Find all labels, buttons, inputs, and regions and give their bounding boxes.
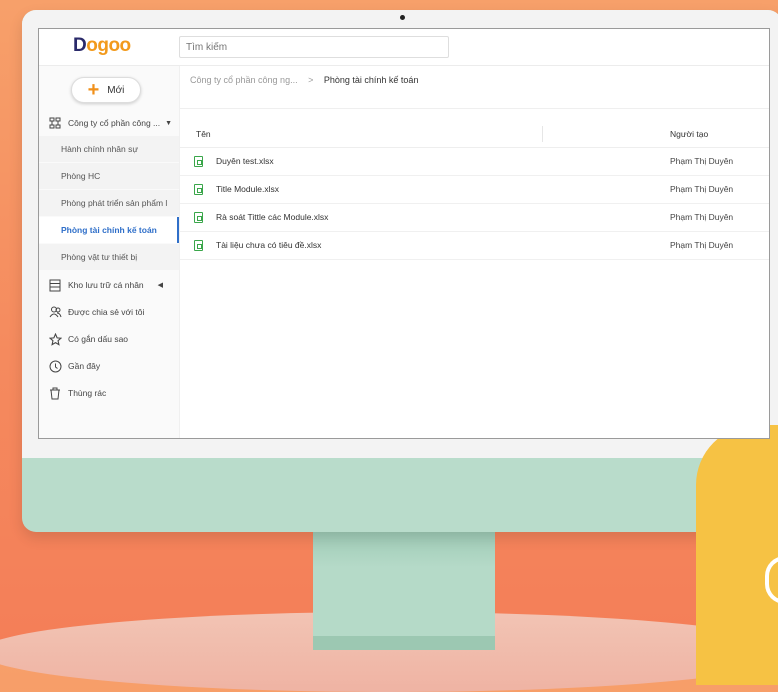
- monitor-stand-base: [313, 636, 495, 650]
- new-button-label: Mới: [107, 84, 125, 96]
- logo-text: ogoo: [86, 35, 131, 56]
- file-owner: Phạm Thị Duyên: [670, 240, 734, 250]
- breadcrumb-current: Phòng tài chính kế toán: [323, 75, 419, 85]
- sidebar-item-trash[interactable]: Thùng rác: [39, 380, 179, 406]
- star-icon: [48, 332, 62, 346]
- file-owner: Phạm Thị Duyên: [670, 184, 734, 194]
- trash-icon: [48, 386, 62, 400]
- storage-icon: [48, 278, 62, 292]
- logo-letter-d: D: [73, 35, 87, 56]
- breadcrumb: Công ty cổ phần công ng... > Phòng tài c…: [190, 75, 418, 85]
- sidebar-dept-phat-trien[interactable]: Phòng phát triển sản phẩm l: [39, 190, 179, 216]
- header-divider: [180, 108, 769, 109]
- sidebar-item-label: Có gắn dấu sao: [68, 334, 129, 344]
- decorative-yellow-shape: [696, 425, 778, 685]
- sidebar-item-starred[interactable]: Có gắn dấu sao: [39, 326, 179, 352]
- sidebar-dept-hanh-chinh[interactable]: Hành chính nhân sự: [39, 136, 179, 162]
- sidebar-item-personal-storage[interactable]: Kho lưu trữ cá nhân ◀: [39, 272, 179, 298]
- sidebar-item-shared[interactable]: Được chia sẻ với tôi: [39, 299, 179, 325]
- sidebar-dept-phong-hc[interactable]: Phòng HC: [39, 163, 179, 189]
- dept-label: Hành chính nhân sự: [61, 144, 139, 154]
- sidebar-item-recent[interactable]: Gần đây: [39, 353, 179, 379]
- dept-label: Phòng phát triển sản phẩm l: [61, 198, 168, 208]
- plus-icon: +: [87, 79, 100, 101]
- caret-down-icon[interactable]: ▼: [165, 120, 172, 127]
- shared-users-icon: [48, 305, 62, 319]
- spreadsheet-file-icon: [194, 212, 203, 223]
- org-chart-icon: [48, 116, 62, 130]
- monitor-stand: [313, 532, 495, 650]
- sidebar-item-company-label: Công ty cổ phần công ...: [68, 118, 161, 128]
- clock-icon: [48, 359, 62, 373]
- file-owner: Phạm Thị Duyên: [670, 156, 734, 166]
- breadcrumb-parent[interactable]: Công ty cổ phần công ng...: [190, 75, 298, 85]
- new-button[interactable]: + Mới: [71, 77, 141, 103]
- column-header-owner[interactable]: Người tạo: [670, 129, 708, 139]
- table-row[interactable]: Title Module.xlsx Phạm Thị Duyên: [180, 176, 769, 204]
- file-name: Rà soát Tittle các Module.xlsx: [216, 212, 329, 222]
- dept-label: Phòng tài chính kế toán: [61, 225, 157, 235]
- app-screen: Dogoo + Mới Công ty cổ phần công ... ▼ H…: [38, 28, 770, 439]
- search-input[interactable]: [179, 36, 449, 58]
- spreadsheet-file-icon: [194, 240, 203, 251]
- file-name: Tài liệu chưa có tiêu đề.xlsx: [216, 240, 322, 250]
- app-logo[interactable]: Dogoo: [73, 35, 131, 57]
- caret-left-icon[interactable]: ◀: [158, 281, 163, 289]
- table-header: Tên Người tạo: [180, 121, 769, 148]
- sidebar-item-label: Gần đây: [68, 361, 101, 371]
- dept-label: Phòng HC: [61, 171, 101, 181]
- spreadsheet-file-icon: [194, 184, 203, 195]
- column-header-name[interactable]: Tên: [196, 129, 211, 139]
- sidebar-item-label: Được chia sẻ với tôi: [68, 307, 145, 317]
- dept-label: Phòng vật tư thiết bị: [61, 252, 138, 262]
- main-content: Công ty cổ phần công ng... > Phòng tài c…: [180, 66, 769, 438]
- sidebar-item-company[interactable]: Công ty cổ phần công ... ▼: [39, 110, 179, 136]
- sidebar-item-label: Thùng rác: [68, 388, 107, 398]
- table-row[interactable]: Rà soát Tittle các Module.xlsx Phạm Thị …: [180, 204, 769, 232]
- table-row[interactable]: Tài liệu chưa có tiêu đề.xlsx Phạm Thị D…: [180, 232, 769, 260]
- camera-dot: [400, 15, 405, 20]
- table-row[interactable]: Duyên test.xlsx Phạm Thị Duyên: [180, 148, 769, 176]
- top-bar: Dogoo: [39, 29, 769, 66]
- file-owner: Phạm Thị Duyên: [670, 212, 734, 222]
- sidebar-dept-tai-chinh[interactable]: Phòng tài chính kế toán: [39, 217, 179, 243]
- sidebar-dept-vat-tu[interactable]: Phòng vật tư thiết bị: [39, 244, 179, 270]
- spreadsheet-file-icon: [194, 156, 203, 167]
- breadcrumb-separator: >: [308, 75, 314, 85]
- sidebar-item-label: Kho lưu trữ cá nhân: [68, 280, 144, 290]
- file-name: Title Module.xlsx: [216, 184, 279, 194]
- sidebar: + Mới Công ty cổ phần công ... ▼ Hành ch…: [39, 66, 180, 438]
- column-divider: [542, 126, 543, 142]
- file-name: Duyên test.xlsx: [216, 156, 274, 166]
